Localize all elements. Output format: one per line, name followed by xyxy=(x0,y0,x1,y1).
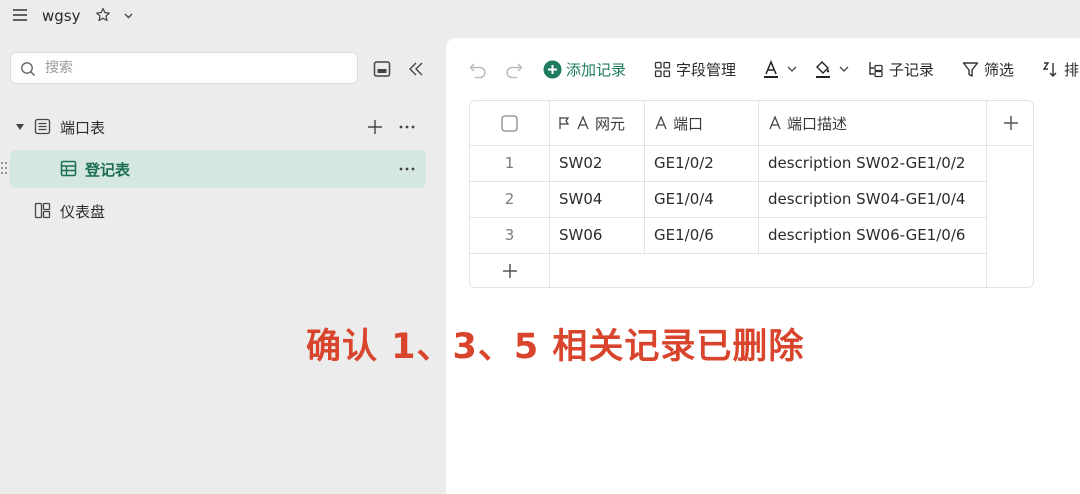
filter-icon xyxy=(962,61,979,77)
chevron-down-icon xyxy=(839,66,849,72)
fill-color-button[interactable] xyxy=(814,58,850,80)
sidebar-item-label: 仪表盘 xyxy=(60,203,106,221)
table-list-icon xyxy=(34,118,51,135)
chevron-down-icon xyxy=(787,66,797,72)
sidebar-item-label: 登记表 xyxy=(85,161,131,179)
sidebar-item-port-table[interactable]: 端口表 xyxy=(10,108,426,146)
table-cell[interactable]: GE1/0/4 xyxy=(654,181,714,217)
more-icon[interactable] xyxy=(398,118,416,136)
redo-button[interactable] xyxy=(504,58,524,80)
star-icon[interactable] xyxy=(95,7,111,23)
grid-table-icon xyxy=(60,160,77,177)
table-cell[interactable]: description SW06-GE1/0/6 xyxy=(768,217,965,253)
column-header-label: 网元 xyxy=(595,114,626,133)
flag-icon xyxy=(559,117,570,129)
drag-handle-icon[interactable] xyxy=(0,160,8,176)
add-record-label: 添加记录 xyxy=(566,60,627,79)
table-cell[interactable]: description SW02-GE1/0/2 xyxy=(768,145,965,181)
app-title: wgsy xyxy=(42,7,81,25)
search-box[interactable] xyxy=(10,52,358,84)
row-number: 3 xyxy=(504,226,515,244)
column-header-label: 端口 xyxy=(673,114,704,133)
chevron-down-icon[interactable] xyxy=(123,10,134,21)
grid-four-icon xyxy=(654,61,671,77)
undo-icon xyxy=(469,63,486,79)
undo-button[interactable] xyxy=(468,58,488,80)
search-icon xyxy=(21,62,36,77)
table-cell[interactable]: SW06 xyxy=(559,217,602,253)
column-header-network-element[interactable]: 网元 xyxy=(558,101,625,145)
sidebar-item-label: 端口表 xyxy=(60,119,106,137)
checkbox-icon xyxy=(501,114,518,132)
column-header-port[interactable]: 端口 xyxy=(654,101,703,145)
field-manage-label: 字段管理 xyxy=(676,60,737,79)
add-icon[interactable] xyxy=(366,118,384,136)
add-record-button[interactable]: 添加记录 xyxy=(543,58,626,80)
sub-record-icon xyxy=(869,62,883,78)
text-field-icon xyxy=(655,116,667,130)
text-field-icon xyxy=(577,116,589,130)
sort-button[interactable]: 排 xyxy=(1042,58,1079,80)
table-cell[interactable]: SW02 xyxy=(559,145,602,181)
collapse-sidebar-icon[interactable] xyxy=(406,59,426,79)
table-cell[interactable]: GE1/0/6 xyxy=(654,217,714,253)
add-column-button[interactable] xyxy=(986,101,1033,145)
sort-icon xyxy=(1042,61,1057,77)
more-icon[interactable] xyxy=(398,160,416,178)
top-bar: wgsy xyxy=(0,0,1080,34)
sidebar-item-register-table[interactable]: 登记表 xyxy=(10,150,426,188)
menu-icon[interactable] xyxy=(12,7,28,23)
caret-down-icon[interactable] xyxy=(15,122,25,132)
plus-icon xyxy=(502,264,517,278)
search-input[interactable] xyxy=(45,53,345,83)
main-panel: 添加记录 字段管理 子记录 筛选 排 网元 端口 端口描述 1 SW02 GE1… xyxy=(446,38,1080,494)
column-header-port-description[interactable]: 端口描述 xyxy=(768,101,847,145)
sort-label: 排 xyxy=(1064,60,1080,79)
annotation-text: 确认 1、3、5 相关记录已删除 xyxy=(306,327,805,367)
text-color-icon xyxy=(764,60,778,78)
table-cell[interactable]: SW04 xyxy=(559,181,602,217)
filter-button[interactable]: 筛选 xyxy=(962,58,1014,80)
filter-label: 筛选 xyxy=(984,60,1015,79)
select-all-checkbox[interactable] xyxy=(470,101,549,145)
plus-circle-icon xyxy=(543,60,562,78)
redo-icon xyxy=(506,63,523,79)
sub-record-label: 子记录 xyxy=(889,60,935,79)
plus-icon xyxy=(1003,116,1018,130)
column-header-label: 端口描述 xyxy=(787,114,848,133)
records-table: 网元 端口 端口描述 1 SW02 GE1/0/2 description SW… xyxy=(469,100,1034,288)
sidebar-item-dashboard[interactable]: 仪表盘 xyxy=(10,192,426,230)
table-cell[interactable]: description SW04-GE1/0/4 xyxy=(768,181,965,217)
paint-bucket-icon xyxy=(816,61,830,78)
dashboard-icon xyxy=(34,202,51,219)
minimize-panel-icon[interactable] xyxy=(372,59,392,79)
field-manage-button[interactable]: 字段管理 xyxy=(654,58,736,80)
add-row-button[interactable] xyxy=(470,253,549,287)
sub-record-button[interactable]: 子记录 xyxy=(867,58,934,80)
text-field-icon xyxy=(769,116,781,130)
row-number: 2 xyxy=(504,190,515,208)
row-number: 1 xyxy=(504,154,515,172)
table-cell[interactable]: GE1/0/2 xyxy=(654,145,714,181)
text-color-button[interactable] xyxy=(762,58,798,80)
